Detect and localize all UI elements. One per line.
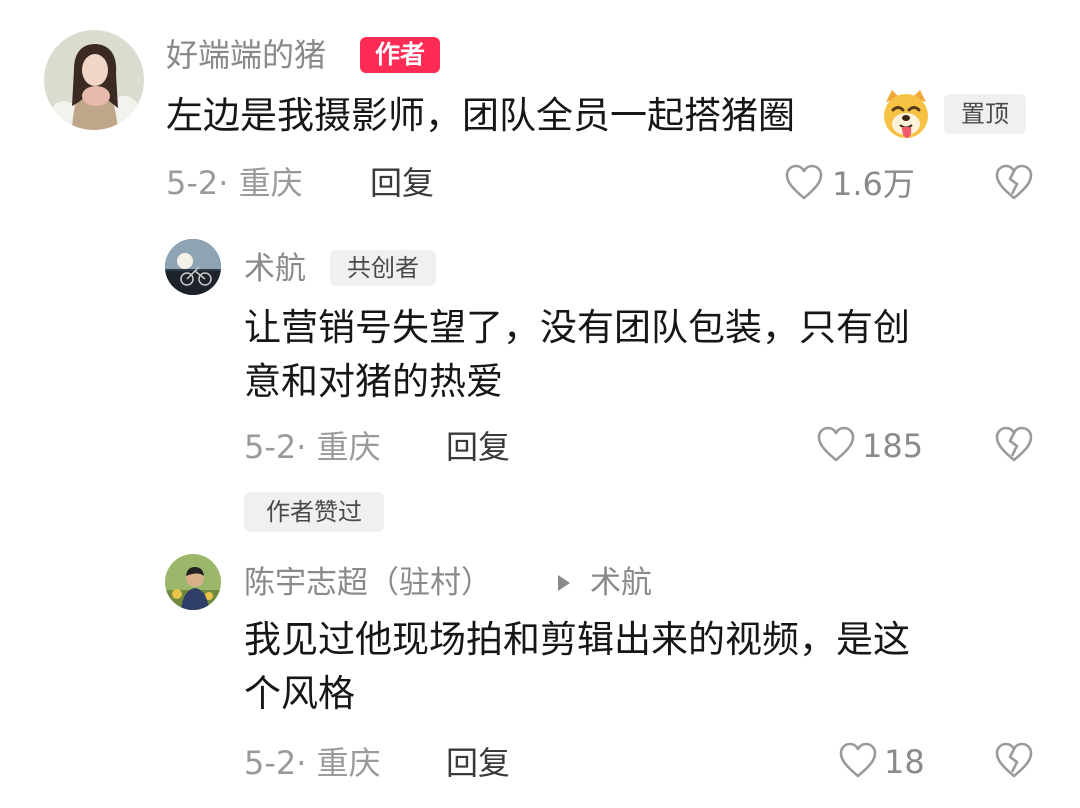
username[interactable]: 陈宇志超（驻村） — [244, 563, 492, 603]
emoji-icon — [880, 88, 932, 140]
dislike-broken-heart-icon[interactable] — [994, 742, 1034, 780]
reply-date-location: 5-2· 重庆 — [244, 744, 381, 782]
reply-button[interactable]: 回复 — [370, 162, 434, 204]
co-creator-tag: 共创者 — [330, 250, 436, 286]
like-button[interactable]: 18 — [838, 740, 938, 784]
like-count: 18 — [884, 743, 925, 781]
reply-text-line-1: 让营销号失望了，没有团队包装，只有创 — [244, 306, 910, 349]
like-count: 185 — [862, 427, 924, 465]
reply-button[interactable]: 回复 — [446, 742, 510, 784]
like-count: 1.6万 — [832, 165, 915, 203]
co-creator-tag-label: 共创者 — [347, 254, 419, 282]
heart-icon — [785, 164, 823, 200]
reply-text-line-2: 意和对猪的热爱 — [244, 360, 503, 403]
pinned-badge: 置顶 — [944, 94, 1026, 134]
reply-text-line-2: 个风格 — [244, 672, 355, 715]
reply-date-location: 5-2· 重庆 — [244, 428, 381, 466]
author-tag: 作者 — [360, 37, 440, 73]
author-tag-label: 作者 — [374, 40, 425, 69]
comment-date-location: 5-2· 重庆 — [166, 164, 303, 202]
avatar[interactable] — [44, 30, 144, 130]
avatar[interactable] — [165, 239, 221, 295]
reply-to-username[interactable]: 术航 — [590, 563, 652, 603]
dislike-broken-heart-icon[interactable] — [994, 426, 1034, 464]
author-liked-badge: 作者赞过 — [244, 492, 384, 532]
comment-text: 左边是我摄影师，团队全员一起搭猪圈 — [166, 94, 795, 137]
heart-icon — [839, 742, 877, 778]
reply-text-line-1: 我见过他现场拍和剪辑出来的视频，是这 — [244, 618, 910, 661]
pinned-badge-label: 置顶 — [961, 100, 1009, 128]
like-button[interactable]: 185 — [816, 424, 936, 468]
username[interactable]: 好端端的猪 — [166, 35, 326, 75]
username[interactable]: 术航 — [244, 249, 306, 289]
reply-button[interactable]: 回复 — [446, 426, 510, 468]
like-button[interactable]: 1.6万 — [784, 162, 934, 206]
dislike-broken-heart-icon[interactable] — [994, 164, 1034, 202]
play-arrow-icon — [558, 575, 570, 591]
heart-icon — [817, 426, 855, 462]
avatar[interactable] — [165, 554, 221, 610]
author-liked-label: 作者赞过 — [266, 498, 362, 526]
